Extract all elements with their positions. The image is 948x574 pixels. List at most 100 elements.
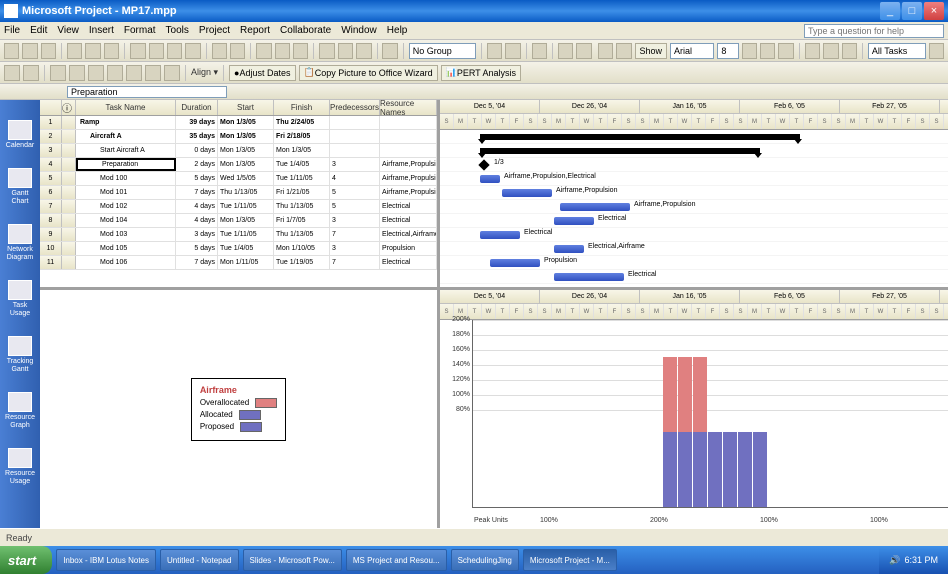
viewbar-network[interactable]: Network Diagram [4, 224, 36, 262]
menu-window[interactable]: Window [341, 25, 377, 36]
copy-pic-icon[interactable] [558, 43, 573, 59]
menu-tools[interactable]: Tools [166, 25, 189, 36]
maximize-button[interactable]: □ [902, 2, 922, 20]
copy-picture-wizard-button[interactable]: 📋 Copy Picture to Office Wizard [299, 65, 438, 81]
tool-c-icon[interactable] [50, 65, 66, 81]
tool-b-icon[interactable] [23, 65, 39, 81]
menu-file[interactable]: File [4, 25, 20, 36]
copy-icon[interactable] [149, 43, 164, 59]
group-combo[interactable]: No Group [409, 43, 476, 59]
col-finish[interactable]: Finish [274, 100, 330, 115]
close-button[interactable]: × [924, 2, 944, 20]
start-button[interactable]: start [0, 546, 52, 574]
cut-icon[interactable] [130, 43, 145, 59]
tool-f-icon[interactable] [107, 65, 123, 81]
menu-view[interactable]: View [57, 25, 79, 36]
table-row[interactable]: 6 Mod 101 7 days Thu 1/13/05 Fri 1/21/05… [40, 186, 437, 200]
task-grid[interactable]: ⓘ Task Name Duration Start Finish Predec… [40, 100, 440, 287]
underline-icon[interactable] [778, 43, 793, 59]
table-row[interactable]: 1 Ramp 39 days Mon 1/3/05 Thu 2/24/05 [40, 116, 437, 130]
col-pred[interactable]: Predecessors [330, 100, 380, 115]
spell-icon[interactable] [104, 43, 119, 59]
cell-editor[interactable]: Preparation [67, 86, 227, 98]
italic-icon[interactable] [760, 43, 775, 59]
table-row[interactable]: 4 Preparation 2 days Mon 1/3/05 Tue 1/4/… [40, 158, 437, 172]
paste-icon[interactable] [167, 43, 182, 59]
menu-edit[interactable]: Edit [30, 25, 47, 36]
new-icon[interactable] [4, 43, 19, 59]
gantt-chart[interactable]: Dec 5, '04Dec 26, '04Jan 16, '05Feb 6, '… [440, 100, 948, 287]
table-row[interactable]: 7 Mod 102 4 days Tue 1/11/05 Thu 1/13/05… [40, 200, 437, 214]
help-search-input[interactable] [804, 24, 944, 38]
menu-collaborate[interactable]: Collaborate [280, 25, 331, 36]
col-taskname[interactable]: Task Name [76, 100, 176, 115]
viewbar-resgraph[interactable]: Resource Graph [4, 392, 36, 430]
link-icon[interactable] [256, 43, 271, 59]
viewbar-tracking[interactable]: Tracking Gantt [4, 336, 36, 374]
viewbar-gantt[interactable]: Gantt Chart [4, 168, 36, 206]
tool-d-icon[interactable] [69, 65, 85, 81]
taskbar-task-active[interactable]: Microsoft Project - M... [523, 549, 617, 571]
show-button[interactable]: Show [635, 43, 668, 59]
align-left-icon[interactable] [805, 43, 820, 59]
assign-icon[interactable] [356, 43, 371, 59]
outdent-icon[interactable] [598, 43, 613, 59]
zoom-in-icon[interactable] [487, 43, 502, 59]
tool-h-icon[interactable] [145, 65, 161, 81]
viewbar-resusage[interactable]: Resource Usage [4, 448, 36, 486]
goto-icon[interactable] [532, 43, 547, 59]
minimize-button[interactable]: _ [880, 2, 900, 20]
indent-icon[interactable] [616, 43, 631, 59]
menu-insert[interactable]: Insert [89, 25, 114, 36]
taskbar-task[interactable]: Inbox - IBM Lotus Notes [56, 549, 156, 571]
table-row[interactable]: 8 Mod 104 4 days Mon 1/3/05 Fri 1/7/05 3… [40, 214, 437, 228]
viewbar-taskusage[interactable]: Task Usage [4, 280, 36, 318]
filter-combo[interactable]: All Tasks [868, 43, 926, 59]
col-duration[interactable]: Duration [176, 100, 218, 115]
table-row[interactable]: 9 Mod 103 3 days Tue 1/11/05 Thu 1/13/05… [40, 228, 437, 242]
font-combo[interactable]: Arial [670, 43, 714, 59]
pert-analysis-button[interactable]: 📊 PERT Analysis [441, 65, 521, 81]
bold-icon[interactable] [742, 43, 757, 59]
fontsize-combo[interactable]: 8 [717, 43, 738, 59]
adjust-dates-button[interactable]: ● Adjust Dates [229, 65, 295, 81]
autofilter-icon[interactable] [929, 43, 944, 59]
zoom-out-icon[interactable] [505, 43, 520, 59]
viewbar-calendar[interactable]: Calendar [4, 120, 36, 150]
taskbar-task[interactable]: SchedulingJing [451, 549, 519, 571]
col-start[interactable]: Start [218, 100, 274, 115]
table-row[interactable]: 11 Mod 106 7 days Mon 1/11/05 Tue 1/19/0… [40, 256, 437, 270]
table-row[interactable]: 10 Mod 105 5 days Tue 1/4/05 Mon 1/10/05… [40, 242, 437, 256]
redo-icon[interactable] [230, 43, 245, 59]
taskbar-task[interactable]: MS Project and Resou... [346, 549, 447, 571]
save-icon[interactable] [41, 43, 56, 59]
table-row[interactable]: 3 Start Aircraft A 0 days Mon 1/3/05 Mon… [40, 144, 437, 158]
notes-icon[interactable] [338, 43, 353, 59]
menu-report[interactable]: Report [240, 25, 270, 36]
open-icon[interactable] [22, 43, 37, 59]
unlink-icon[interactable] [275, 43, 290, 59]
tool-e-icon[interactable] [88, 65, 104, 81]
undo-icon[interactable] [212, 43, 227, 59]
menu-project[interactable]: Project [199, 25, 230, 36]
tool-a-icon[interactable] [4, 65, 20, 81]
tool-i-icon[interactable] [164, 65, 180, 81]
align-right-icon[interactable] [842, 43, 857, 59]
table-row[interactable]: 5 Mod 100 5 days Wed 1/5/05 Tue 1/11/05 … [40, 172, 437, 186]
systray[interactable]: 🔊 6:31 PM [879, 546, 948, 574]
publish-icon[interactable] [382, 43, 397, 59]
resource-usage-chart[interactable]: Dec 5, '04Dec 26, '04Jan 16, '05Feb 6, '… [440, 290, 948, 528]
grid-body[interactable]: 1 Ramp 39 days Mon 1/3/05 Thu 2/24/05 2 … [40, 116, 437, 270]
preview-icon[interactable] [85, 43, 100, 59]
col-res[interactable]: Resource Names [380, 100, 437, 115]
table-row[interactable]: 2 Aircraft A 35 days Mon 1/3/05 Fri 2/18… [40, 130, 437, 144]
align-center-icon[interactable] [823, 43, 838, 59]
help-icon[interactable] [576, 43, 591, 59]
tool-g-icon[interactable] [126, 65, 142, 81]
format-painter-icon[interactable] [185, 43, 200, 59]
print-icon[interactable] [67, 43, 82, 59]
info-icon[interactable] [319, 43, 334, 59]
split-icon[interactable] [293, 43, 308, 59]
taskbar-task[interactable]: Slides - Microsoft Pow... [243, 549, 342, 571]
taskbar-task[interactable]: Untitled - Notepad [160, 549, 238, 571]
